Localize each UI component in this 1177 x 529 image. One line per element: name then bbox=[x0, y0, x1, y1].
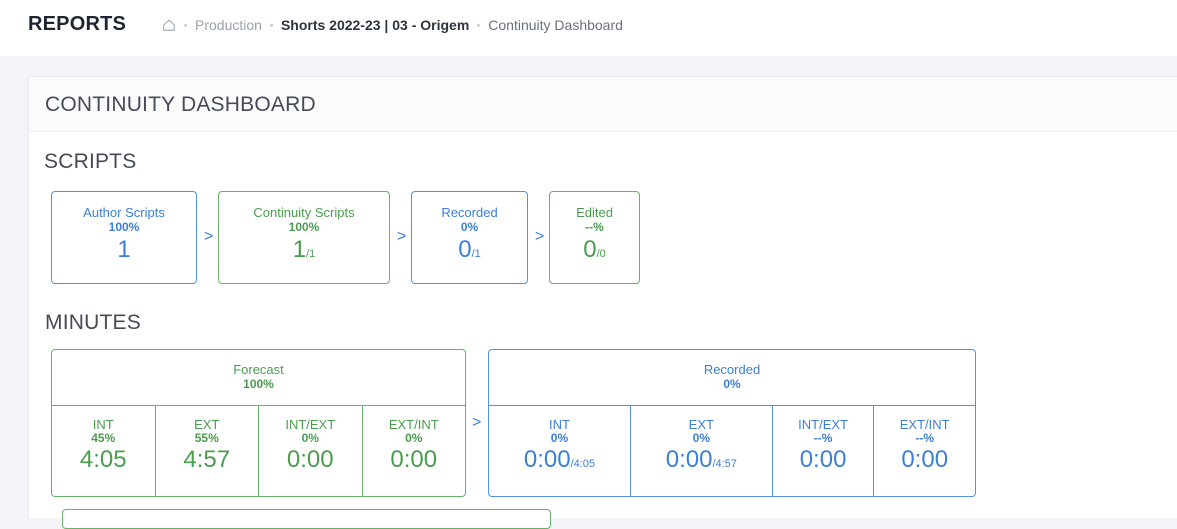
continuity-scripts-percent: 100% bbox=[288, 220, 320, 234]
page-title: CONTINUITY DASHBOARD bbox=[45, 93, 316, 116]
breadcrumb: Production Shorts 2022-23 | 03 - Origem … bbox=[162, 17, 623, 33]
recorded-scripts-value: 0 bbox=[458, 236, 472, 263]
next-panel-partial bbox=[62, 509, 551, 529]
edited-scripts-label: Edited bbox=[576, 205, 613, 220]
recorded-int-ext-percent: --% bbox=[813, 431, 833, 445]
recorded-ext-int-value: 0:00 bbox=[901, 446, 949, 473]
author-scripts-value: 1 bbox=[117, 236, 131, 263]
breadcrumb-production-title[interactable]: Shorts 2022-23 | 03 - Origem bbox=[281, 17, 469, 33]
recorded-scripts-total: /1 bbox=[471, 248, 481, 260]
recorded-int-ext-value: 0:00 bbox=[799, 446, 847, 473]
author-scripts-card[interactable]: Author Scripts 100% 1 bbox=[51, 191, 197, 284]
recorded-label: Recorded bbox=[703, 362, 761, 377]
continuity-scripts-label: Continuity Scripts bbox=[253, 205, 355, 220]
continuity-scripts-total: /1 bbox=[306, 248, 316, 260]
scripts-section-title: SCRIPTS bbox=[44, 150, 137, 173]
recorded-scripts-label: Recorded bbox=[441, 205, 498, 220]
recorded-int-label: INT bbox=[548, 417, 570, 432]
author-scripts-percent: 100% bbox=[108, 220, 140, 234]
recorded-cell-int-ext[interactable]: INT/EXT --% 0:00 bbox=[773, 405, 875, 496]
forecast-cell-ext[interactable]: EXT 55% 4:57 bbox=[156, 405, 259, 496]
recorded-int-percent: 0% bbox=[550, 431, 569, 445]
chevron-right-icon: > bbox=[535, 228, 545, 245]
forecast-cell-ext-int[interactable]: EXT/INT 0% 0:00 bbox=[363, 405, 466, 496]
edited-scripts-value: 0 bbox=[583, 236, 597, 263]
recorded-int-value: 0:00 bbox=[523, 446, 571, 473]
recorded-ext-value: 0:00 bbox=[665, 446, 713, 473]
recorded-ext-percent: 0% bbox=[692, 431, 710, 445]
forecast-percent: 100% bbox=[243, 377, 274, 391]
forecast-ext-int-label: EXT/INT bbox=[388, 417, 439, 432]
recorded-scripts-percent: 0% bbox=[460, 220, 479, 234]
recorded-ext-label: EXT bbox=[688, 417, 714, 432]
forecast-int-value: 4:05 bbox=[79, 446, 127, 473]
card-header: CONTINUITY DASHBOARD bbox=[29, 77, 1177, 132]
recorded-panel: Recorded 0% INT 0% 0:00/4:05 EXT 0% 0:00… bbox=[488, 349, 976, 497]
edited-scripts-total: /0 bbox=[596, 248, 606, 260]
author-scripts-label: Author Scripts bbox=[83, 205, 165, 220]
recorded-ext-int-percent: --% bbox=[915, 431, 935, 445]
forecast-ext-int-value: 0:00 bbox=[390, 446, 438, 473]
forecast-ext-int-percent: 0% bbox=[405, 431, 423, 445]
continuity-scripts-value: 1 bbox=[292, 236, 307, 263]
forecast-int-ext-value: 0:00 bbox=[286, 446, 334, 473]
recorded-cell-ext-int[interactable]: EXT/INT --% 0:00 bbox=[874, 405, 975, 496]
forecast-int-percent: 45% bbox=[91, 431, 116, 445]
forecast-panel: Forecast 100% INT 45% 4:05 EXT 55% 4:57 … bbox=[51, 349, 466, 497]
brand-title: REPORTS bbox=[28, 13, 127, 35]
chevron-right-icon: > bbox=[472, 414, 482, 431]
breadcrumb-production[interactable]: Production bbox=[195, 17, 262, 33]
recorded-cell-int[interactable]: INT 0% 0:00/4:05 bbox=[489, 405, 631, 496]
recorded-ext-int-label: EXT/INT bbox=[899, 417, 950, 432]
recorded-scripts-card[interactable]: Recorded 0% 0/1 bbox=[411, 191, 528, 284]
recorded-percent: 0% bbox=[723, 377, 741, 391]
chevron-right-icon: > bbox=[397, 228, 407, 245]
forecast-ext-label: EXT bbox=[194, 417, 220, 432]
recorded-ext-total: /4:57 bbox=[712, 458, 737, 470]
recorded-int-total: /4:05 bbox=[570, 458, 596, 470]
edited-scripts-percent: --% bbox=[585, 220, 604, 234]
breadcrumb-current: Continuity Dashboard bbox=[488, 17, 623, 33]
forecast-cell-int-ext[interactable]: INT/EXT 0% 0:00 bbox=[259, 405, 363, 496]
chevron-right-icon: > bbox=[204, 228, 214, 245]
forecast-int-label: INT bbox=[92, 417, 114, 432]
forecast-ext-value: 4:57 bbox=[183, 446, 231, 473]
recorded-header[interactable]: Recorded 0% bbox=[489, 350, 975, 406]
edited-scripts-card[interactable]: Edited --% 0/0 bbox=[549, 191, 640, 284]
recorded-cell-ext[interactable]: EXT 0% 0:00/4:57 bbox=[631, 405, 773, 496]
minutes-section-title: MINUTES bbox=[45, 311, 141, 334]
recorded-int-ext-label: INT/EXT bbox=[798, 417, 848, 432]
forecast-int-ext-percent: 0% bbox=[301, 431, 319, 445]
continuity-scripts-card[interactable]: Continuity Scripts 100% 1/1 bbox=[218, 191, 390, 284]
top-bar: REPORTS Production Shorts 2022-23 | 03 -… bbox=[0, 0, 1177, 56]
forecast-label: Forecast bbox=[233, 362, 284, 377]
home-icon[interactable] bbox=[162, 18, 176, 32]
forecast-cell-int[interactable]: INT 45% 4:05 bbox=[52, 405, 156, 496]
forecast-header[interactable]: Forecast 100% bbox=[52, 350, 465, 406]
forecast-int-ext-label: INT/EXT bbox=[285, 417, 336, 432]
forecast-ext-percent: 55% bbox=[194, 431, 219, 445]
